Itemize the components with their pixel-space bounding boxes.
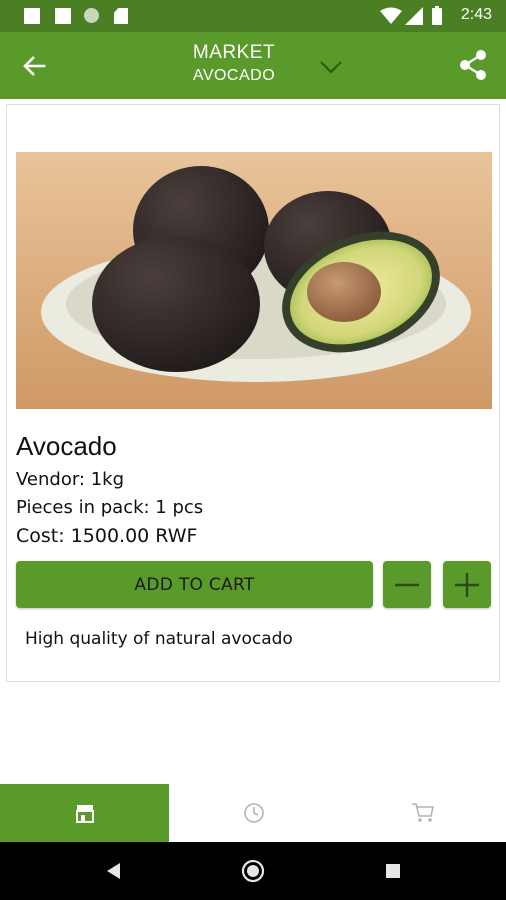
notification-icon [24,8,40,24]
store-icon [75,805,94,823]
chevron-down-icon[interactable] [316,52,346,82]
clock-icon [243,803,264,823]
bottom-navigation [0,784,506,842]
signal-icon [405,7,423,25]
system-navigation-bar [0,842,506,900]
product-card: Avocado Vendor: 1kg Pieces in pack: 1 pc… [6,104,500,682]
status-bar: 2:43 [0,0,506,32]
sync-icon [84,8,99,23]
system-recents-icon[interactable] [381,859,405,883]
app-bar: MARKET AVOCADO [0,32,506,99]
nav-market-tab[interactable] [0,784,169,842]
sd-card-icon [114,8,128,24]
minus-icon [395,583,419,587]
decrease-quantity-button[interactable] [383,561,431,608]
cart-icon [411,803,434,822]
avocado-product-image [16,152,492,409]
plus-icon [455,573,479,597]
app-title: MARKET AVOCADO [150,41,318,87]
product-name: Avocado [16,431,117,461]
system-back-icon[interactable] [102,859,126,883]
product-pieces: Pieces in pack: 1 pcs [16,497,204,518]
product-vendor: Vendor: 1kg [16,469,125,490]
product-cost: Cost: 1500.00 RWF [16,525,198,547]
add-to-cart-button[interactable]: ADD TO CART [16,561,373,608]
wifi-icon [380,7,402,24]
product-description: High quality of natural avocado [25,629,293,649]
increase-quantity-button[interactable] [443,561,491,608]
nav-cart-tab[interactable] [338,784,506,842]
nav-history-tab[interactable] [169,784,338,842]
clock-time: 2:43 [460,6,492,23]
battery-icon [432,6,442,25]
back-arrow-icon[interactable] [18,50,50,82]
share-icon[interactable] [456,48,490,82]
page-title: MARKET [192,42,276,63]
page-subtitle: AVOCADO [192,67,276,84]
notification-icon [55,8,71,24]
system-home-icon[interactable] [241,859,265,883]
